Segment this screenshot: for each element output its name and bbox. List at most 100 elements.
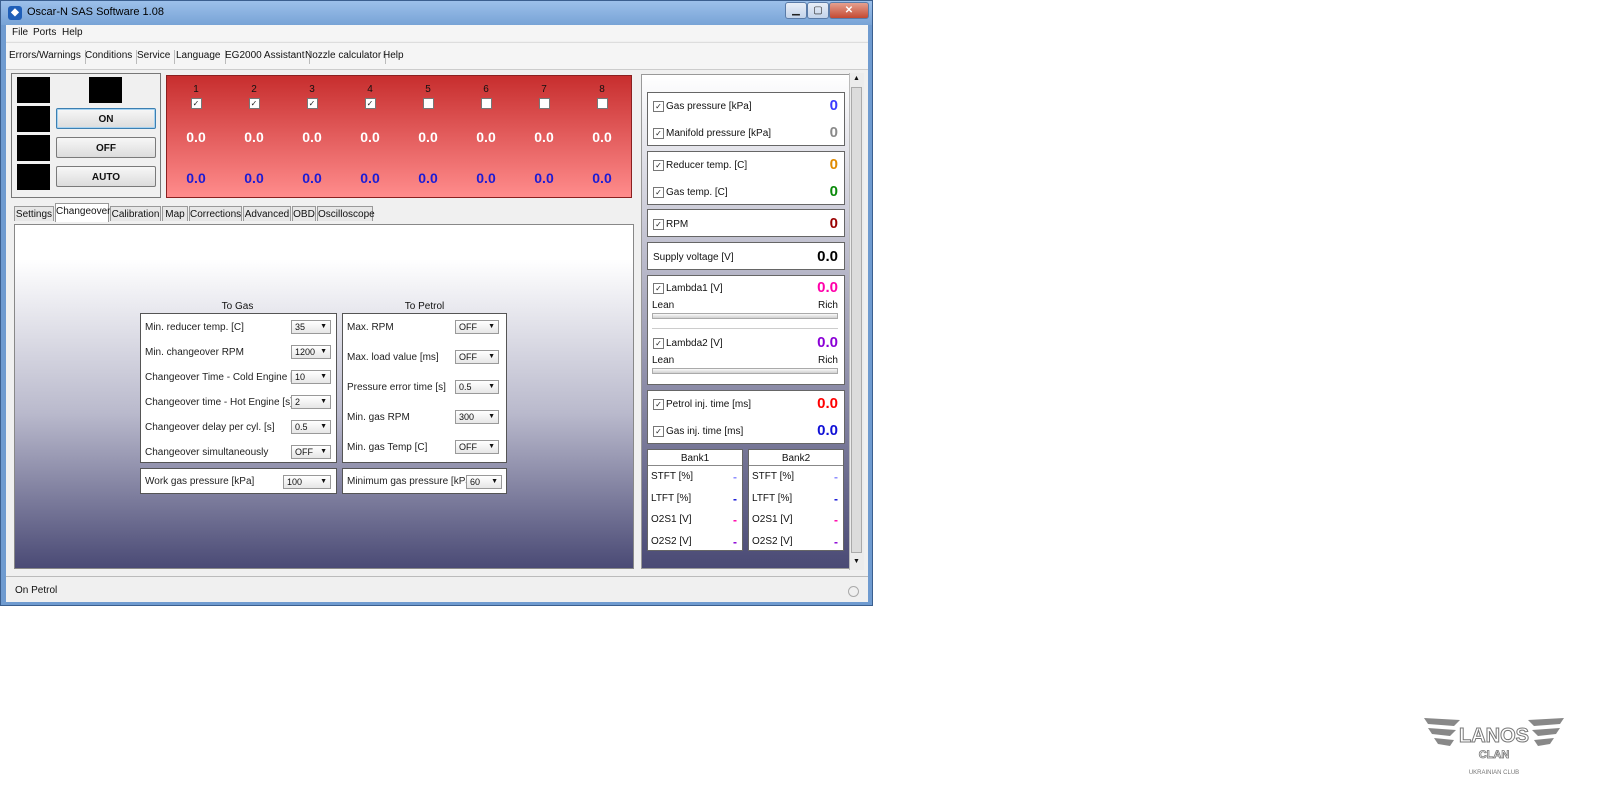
close-button[interactable]: ✕ <box>829 2 869 19</box>
tab-calibration[interactable]: Calibration <box>110 206 161 221</box>
title-bar[interactable]: ◆ Oscar-N SAS Software 1.08 ▁ ▢ ✕ <box>1 1 872 25</box>
bank-row-label: LTFT [%] <box>651 492 692 504</box>
menu-ports[interactable]: Ports <box>33 27 56 38</box>
tab-obd[interactable]: OBD <box>292 206 316 221</box>
supply-voltage-sensor: Supply voltage [V] 0.0 <box>647 242 845 270</box>
injector-checkbox[interactable] <box>413 98 443 112</box>
toolbar-language[interactable]: Language <box>176 50 226 64</box>
scroll-thumb[interactable] <box>851 87 862 553</box>
to-gas-row-label: Min. reducer temp. [C] <box>145 322 244 333</box>
sensor-panel-scrollbar[interactable]: ▲ ▼ <box>849 73 864 570</box>
injector-checkbox[interactable] <box>471 98 501 112</box>
checkbox[interactable]: ✓ <box>364 98 376 109</box>
select-value: OFF <box>459 442 477 452</box>
injector-checkbox[interactable] <box>529 98 559 112</box>
injector-number: 8 <box>599 84 605 95</box>
to-gas-row-select[interactable]: OFF ▼ <box>291 445 331 459</box>
bank-row-label: O2S1 [V] <box>651 514 692 525</box>
lambda2-checkbox[interactable]: ✓ <box>653 338 664 349</box>
to-petrol-title: To Petrol <box>404 301 445 312</box>
checkbox[interactable] <box>596 98 608 109</box>
select-value: 300 <box>459 412 475 422</box>
divider <box>652 328 838 329</box>
to-gas-row-select[interactable]: 2 ▼ <box>291 395 331 409</box>
checkbox[interactable]: ✓ <box>190 98 202 109</box>
bank-row-value: - <box>834 534 838 549</box>
pressure-sensors: ✓ Gas pressure [kPa] 0 ✓ Manifold pressure [… <box>647 92 845 146</box>
toolbar-conditions[interactable]: Conditions <box>85 50 138 64</box>
off-button[interactable]: OFF <box>56 137 156 158</box>
to-gas-row-label: Changeover delay per cyl. [s] <box>145 422 275 433</box>
bank-title: Bank1 <box>680 453 710 464</box>
checkbox[interactable] <box>538 98 550 109</box>
injector-checkbox[interactable]: ✓ <box>181 98 211 109</box>
select-value: 100 <box>287 477 303 487</box>
tab-map[interactable]: Map <box>162 206 188 221</box>
work-gas-pressure-label: Work gas pressure [kPa] <box>145 476 255 487</box>
minimize-button[interactable]: ▁ <box>785 2 807 19</box>
checkbox[interactable]: ✓ <box>306 98 318 109</box>
lambda1-value: 0.0 <box>817 279 838 296</box>
to-petrol-row-label: Min. gas RPM <box>347 412 410 423</box>
bank-row-label: O2S2 [V] <box>752 535 793 547</box>
checkbox[interactable] <box>480 98 492 109</box>
gas-injection-value: 0.0 <box>244 170 264 186</box>
status-text: On Petrol <box>15 585 58 596</box>
minimum-gas-pressure-select[interactable]: 60 ▼ <box>466 475 502 489</box>
toolbar-service[interactable]: Service <box>137 50 176 64</box>
manifold-pressure-checkbox[interactable]: ✓ <box>653 128 664 139</box>
checkbox[interactable]: ✓ <box>248 98 260 109</box>
injector-checkbox[interactable]: ✓ <box>355 98 385 109</box>
tab-oscilloscope[interactable]: Oscilloscope <box>317 206 375 221</box>
maximize-button[interactable]: ▢ <box>807 2 829 19</box>
toolbar-eg2000-assistant[interactable]: EG2000 Assistant <box>225 50 310 64</box>
lanos-clan-logo: LANOS CLAN UKRAINIAN CLUB <box>1424 718 1564 776</box>
checkbox[interactable] <box>422 98 434 109</box>
toolbar-errors-warnings[interactable]: Errors/Warnings <box>9 50 86 64</box>
app-window: ◆ Oscar-N SAS Software 1.08 ▁ ▢ ✕ File P… <box>0 0 873 606</box>
work-gas-pressure-select[interactable]: 100 ▼ <box>283 475 331 489</box>
bank-title: Bank2 <box>781 453 811 464</box>
rpm-label: RPM <box>666 219 689 230</box>
to-gas-row-select[interactable]: 35 ▼ <box>291 320 331 334</box>
connection-indicator <box>848 586 859 597</box>
on-button[interactable]: ON <box>56 108 156 129</box>
tab-corrections[interactable]: Corrections <box>189 206 242 221</box>
injector-checkbox[interactable] <box>587 98 617 112</box>
to-petrol-row-select[interactable]: OFF ▼ <box>455 320 499 334</box>
bank-1-box: Bank1 STFT [%] - LTFT [%] - O2S1 [V] - O2S2 [V]… <box>647 449 743 551</box>
reducer-temp-checkbox[interactable]: ✓ <box>653 160 664 171</box>
tab-settings[interactable]: Settings <box>14 206 54 221</box>
gas-temp-checkbox[interactable]: ✓ <box>653 187 664 198</box>
gas-pressure-checkbox[interactable]: ✓ <box>653 101 664 112</box>
toolbar-help[interactable]: Help <box>383 50 408 64</box>
to-petrol-row-select[interactable]: OFF ▼ <box>455 350 499 364</box>
lambda1-checkbox[interactable]: ✓ <box>653 283 664 294</box>
lambda1-bar <box>652 313 838 319</box>
scroll-up-icon[interactable]: ▲ <box>853 75 860 82</box>
gas-injection-value: 0.0 <box>186 170 206 186</box>
lambda-sensors: ✓ Lambda1 [V] 0.0 Lean Rich ✓ Lambda2 [V] 0.0 Le… <box>647 275 845 385</box>
menu-file[interactable]: File <box>12 27 28 38</box>
tab-changeover[interactable]: Changeover <box>55 203 110 222</box>
to-gas-row-select[interactable]: 0.5 ▼ <box>291 420 331 434</box>
to-petrol-row-select[interactable]: 300 ▼ <box>455 410 499 424</box>
to-gas-row-select[interactable]: 10 ▼ <box>291 370 331 384</box>
auto-button[interactable]: AUTO <box>56 166 156 187</box>
injector-checkbox[interactable]: ✓ <box>239 98 269 109</box>
lambda1-label: Lambda1 [V] <box>666 283 723 294</box>
to-gas-row-select[interactable]: 1200 ▼ <box>291 345 331 359</box>
to-petrol-row-select[interactable]: 0.5 ▼ <box>455 380 499 394</box>
petrol-inj-time-checkbox[interactable]: ✓ <box>653 399 664 410</box>
injector-number: 6 <box>483 84 489 95</box>
rpm-checkbox[interactable]: ✓ <box>653 219 664 230</box>
gas-inj-time-checkbox[interactable]: ✓ <box>653 426 664 437</box>
menu-help[interactable]: Help <box>62 27 83 38</box>
toolbar-nozzle-calculator[interactable]: Nozzle calculator <box>305 50 387 64</box>
scroll-down-icon[interactable]: ▼ <box>853 558 860 565</box>
injector-checkbox[interactable]: ✓ <box>297 98 327 109</box>
to-petrol-row-select[interactable]: OFF ▼ <box>455 440 499 454</box>
gas-injection-value: 0.0 <box>360 170 380 186</box>
tab-advanced[interactable]: Advanced <box>243 206 291 221</box>
bank-2-box: Bank2 STFT [%] - LTFT [%] - O2S1 [V] - O2S2 [V]… <box>748 449 844 551</box>
